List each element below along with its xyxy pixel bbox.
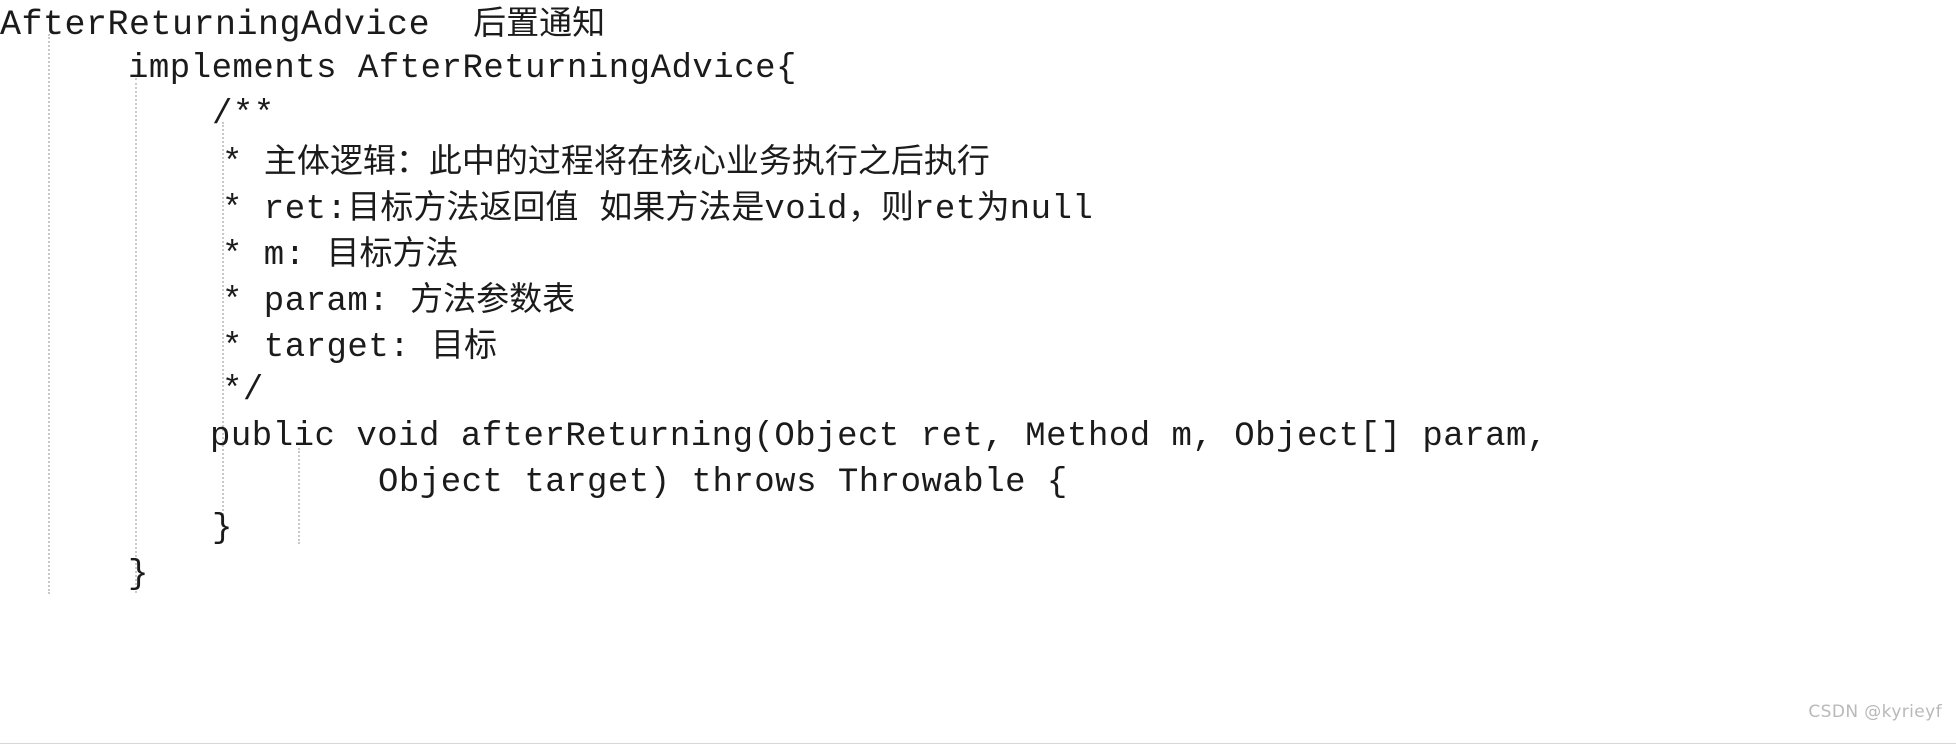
code-line-12: } (212, 510, 233, 548)
code-snippet-surface: AfterReturningAdvice 后置通知 implements Afte… (0, 0, 1956, 744)
cjk-run: 主体逻辑：此中的过程将在核心业务执行之后执行 (263, 141, 990, 180)
cjk-run: 目标方法返回值 (347, 187, 579, 226)
code-line-6: * m: 目标方法 (222, 233, 459, 275)
code-line-4: * 主体逻辑：此中的过程将在核心业务执行之后执行 (222, 141, 990, 183)
cjk-run: 为 (976, 187, 1010, 226)
indent-guide-4 (298, 448, 300, 544)
indent-guide-1 (48, 34, 50, 594)
cjk-run: 方法参数表 (410, 279, 576, 318)
cjk-run: 如果方法是 (599, 187, 765, 226)
code-line-1: AfterReturningAdvice 后置通知 (0, 3, 606, 45)
code-line-8: * target: 目标 (222, 325, 498, 367)
code-line-9: */ (222, 372, 264, 410)
cjk-run: ，则 (847, 187, 914, 226)
code-line-11: Object target) throws Throwable { (378, 464, 1068, 502)
code-line-2: implements AfterReturningAdvice{ (128, 50, 797, 88)
code-line-3: /** (212, 96, 275, 134)
csdn-watermark: CSDN @kyrieyf (1808, 702, 1942, 722)
indent-guide-2 (135, 78, 137, 593)
code-line-5: * ret:目标方法返回值 如果方法是void，则ret为null (222, 187, 1094, 229)
code-line-13: } (128, 556, 149, 594)
code-line-7: * param: 方法参数表 (222, 279, 576, 321)
cjk-run: 目标方法 (326, 233, 459, 272)
cjk-run: 后置通知 (473, 3, 606, 42)
code-line-10: public void afterReturning(Object ret, M… (210, 418, 1548, 456)
cjk-run: 目标 (431, 325, 498, 364)
